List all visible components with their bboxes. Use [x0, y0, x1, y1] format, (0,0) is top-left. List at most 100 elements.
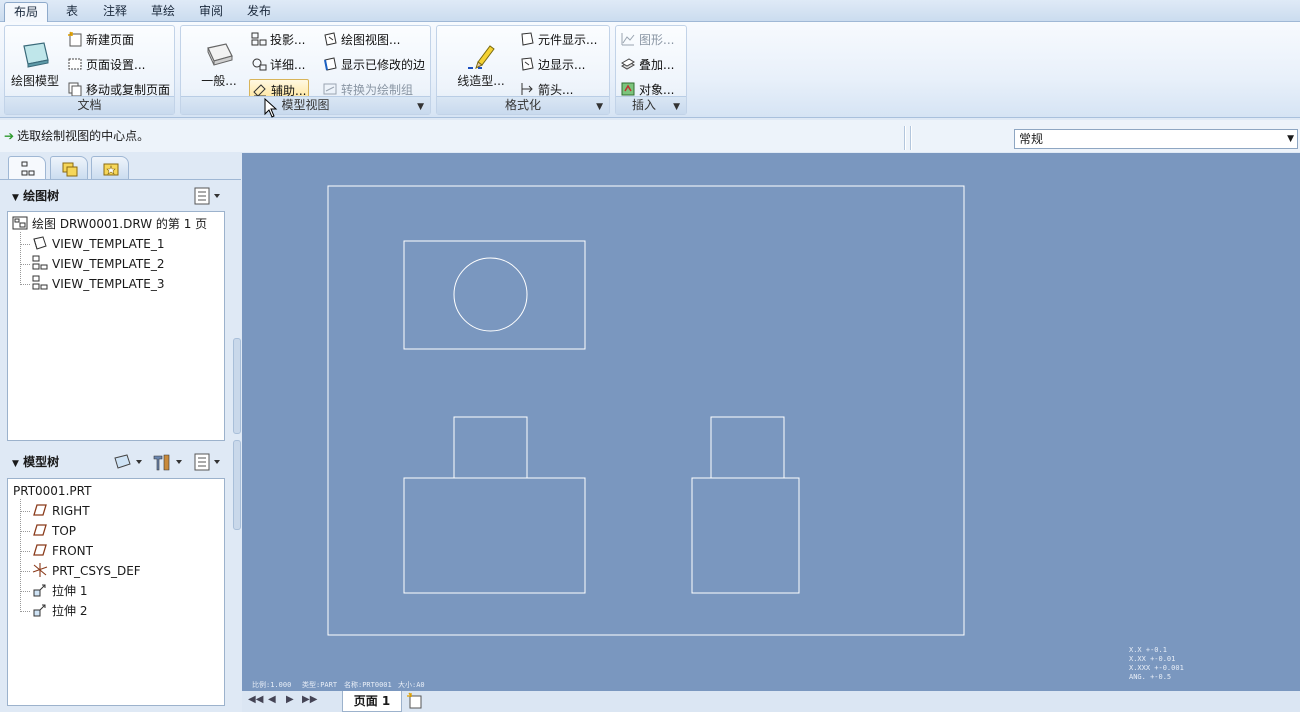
filter-select-value: 常规	[1019, 132, 1044, 146]
format-expand-icon[interactable]: ▼	[596, 102, 603, 112]
ribbon-tab-bar: 布局 表 注释 草绘 审阅 发布	[0, 0, 1300, 23]
tree-item-label: TOP	[52, 524, 77, 538]
drawing-view-button[interactable]: 绘图视图...	[322, 29, 400, 51]
view-template-2-top	[453, 416, 528, 479]
arrow-label: 箭头...	[538, 83, 574, 97]
page-setup-button[interactable]: 页面设置...	[67, 54, 145, 76]
tree-item-view-template-1[interactable]: VIEW_TEMPLATE_1	[32, 234, 164, 254]
model-tree-root[interactable]: PRT0001.PRT	[13, 481, 91, 501]
overlay-button[interactable]: 叠加...	[620, 54, 674, 76]
page-tab-1[interactable]: 页面 1	[342, 691, 402, 712]
tree-item-label: VIEW_TEMPLATE_2	[52, 257, 165, 271]
tree-item-label: VIEW_TEMPLATE_3	[52, 277, 165, 291]
tree-connector	[20, 244, 30, 245]
panel-splitter[interactable]	[233, 440, 241, 530]
tolerance-table-row: X.XX +-0.01	[1129, 655, 1176, 663]
tree-item-right[interactable]: RIGHT	[32, 501, 90, 521]
model-tree-title: 模型树	[23, 455, 60, 469]
model-tree-settings-button[interactable]	[193, 452, 223, 472]
tab-layout[interactable]: 布局	[4, 2, 48, 23]
detailed-view-icon	[252, 58, 267, 71]
model-tree-panel: PRT0001.PRT RIGHT TOP FRONT PRT_CSYS_DEF…	[7, 478, 225, 706]
drawing-tree-settings-button[interactable]	[193, 186, 223, 206]
drawing-model-icon	[23, 42, 49, 68]
drawing-model-button[interactable]: 绘图模型	[7, 40, 63, 89]
tree-item-extrude-1[interactable]: 拉伸 1	[32, 581, 87, 601]
line-style-label: 线造型...	[457, 74, 505, 88]
tab-folder-browser[interactable]	[50, 156, 88, 180]
view-template-1-circle	[453, 257, 528, 332]
panel-tab-divider	[0, 179, 241, 180]
drawing-tree-root[interactable]: 绘图 DRW0001.DRW 的第 1 页	[12, 214, 207, 234]
datum-plane-icon	[33, 504, 47, 516]
message-arrow-icon: ➔	[4, 129, 15, 143]
view-template-2-outline[interactable]	[403, 477, 586, 594]
tree-connector	[20, 591, 30, 592]
component-display-button[interactable]: 元件显示...	[519, 29, 597, 51]
tab-model-tree-panel[interactable]	[8, 156, 46, 180]
graphics-button[interactable]: 图形...	[620, 29, 674, 51]
list-settings-icon	[194, 453, 220, 471]
tab-review[interactable]: 审阅	[190, 2, 232, 22]
tab-annotate[interactable]: 注释	[94, 2, 136, 22]
tree-item-csys[interactable]: PRT_CSYS_DEF	[32, 561, 141, 581]
next-page-icon[interactable]: ▶	[286, 694, 294, 705]
tree-item-extrude-2[interactable]: 拉伸 2	[32, 601, 87, 621]
edge-display-icon	[521, 57, 534, 71]
detailed-view-button[interactable]: 详细...	[251, 54, 305, 76]
model-display-button[interactable]	[112, 452, 146, 472]
tab-sketch[interactable]: 草绘	[142, 2, 184, 22]
insert-expand-icon[interactable]: ▼	[673, 102, 680, 112]
line-style-button[interactable]: 线造型...	[453, 40, 509, 89]
move-copy-page-icon	[68, 82, 82, 97]
general-view-label: 一般...	[201, 74, 237, 88]
projection-view-icon	[251, 32, 267, 46]
group-format: 线造型... 元件显示... 边显示... 箭头... 格式化 ▼	[436, 25, 610, 115]
tree-icon	[21, 161, 35, 176]
drawing-sheet-icon	[12, 216, 28, 230]
projection-view-button[interactable]: 投影...	[251, 29, 305, 51]
last-page-icon[interactable]: ▶▶	[302, 694, 317, 705]
filter-select[interactable]: 常规 ▼	[1014, 129, 1298, 149]
drawing-model-label: 绘图模型	[10, 74, 59, 88]
new-page-button[interactable]: 新建页面	[67, 29, 134, 51]
ribbon: 绘图模型 新建页面 页面设置... 移动或复制页面 文档 一般... 投影...…	[0, 22, 1300, 118]
view-template-3-outline[interactable]	[691, 477, 800, 594]
add-page-button[interactable]	[404, 692, 430, 711]
group-document-label: 文档	[5, 96, 174, 114]
tab-table[interactable]: 表	[54, 2, 90, 22]
projection-view-icon	[32, 275, 48, 290]
tree-item-label: 拉伸 2	[52, 604, 88, 618]
tree-connector	[20, 264, 30, 265]
tree-item-label: VIEW_TEMPLATE_1	[52, 237, 165, 251]
first-page-icon[interactable]: ◀◀	[248, 694, 263, 705]
extrude-icon	[33, 604, 46, 617]
tolerance-table-row: X.XXX +-0.001	[1129, 664, 1184, 672]
tab-favorites[interactable]	[91, 156, 129, 180]
convert-to-draft-label: 转换为绘制组	[341, 83, 414, 97]
new-page-icon	[68, 31, 82, 47]
model-tree-tools-button[interactable]	[150, 452, 186, 472]
show-modified-edges-button[interactable]: 显示已修改的边	[322, 54, 425, 76]
general-view-button[interactable]: 一般...	[195, 40, 243, 89]
panel-splitter[interactable]	[233, 338, 241, 434]
tree-item-view-template-3[interactable]: VIEW_TEMPLATE_3	[32, 274, 164, 294]
tree-connector	[20, 551, 30, 552]
overlay-label: 叠加...	[639, 58, 675, 72]
tab-publish[interactable]: 发布	[238, 2, 280, 22]
model-views-expand-icon[interactable]: ▼	[417, 102, 424, 112]
edge-display-button[interactable]: 边显示...	[519, 54, 585, 76]
graphics-label: 图形...	[639, 33, 675, 47]
tree-connector	[20, 611, 30, 612]
tree-item-front[interactable]: FRONT	[32, 541, 93, 561]
tree-item-view-template-2[interactable]: VIEW_TEMPLATE_2	[32, 254, 164, 274]
drawing-canvas[interactable]: 比例:1.000 类型:PART 名称:PRT0001 大小:A0 X.X +-…	[242, 153, 1300, 691]
datum-plane-icon	[33, 544, 47, 556]
favorites-folder-icon	[103, 163, 119, 176]
sheet-tab-bar: ◀◀ ◀ ▶ ▶▶ 页面 1	[242, 691, 1300, 712]
tree-item-top[interactable]: TOP	[32, 521, 76, 541]
previous-page-icon[interactable]: ◀	[268, 694, 276, 705]
edge-display-label: 边显示...	[538, 58, 586, 72]
view-template-1-outline[interactable]	[403, 240, 586, 350]
move-copy-page-label: 移动或复制页面	[86, 83, 171, 97]
